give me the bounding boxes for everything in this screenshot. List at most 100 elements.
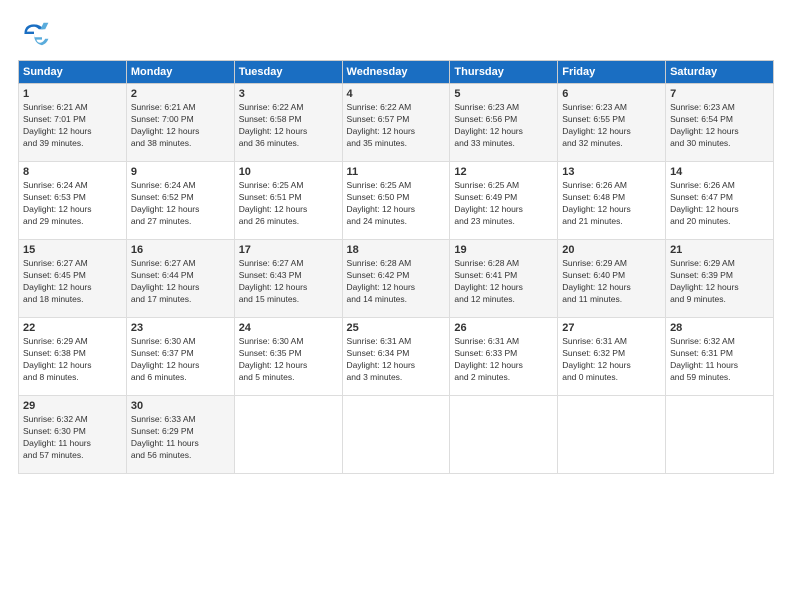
day-info-line: Daylight: 12 hours — [347, 126, 446, 138]
day-number: 28 — [670, 322, 769, 334]
day-number: 15 — [23, 244, 122, 256]
day-info-line: Sunrise: 6:32 AM — [23, 414, 122, 426]
day-info-line: Daylight: 12 hours — [454, 204, 553, 216]
empty-cell — [450, 396, 558, 474]
day-number: 24 — [239, 322, 338, 334]
day-info-line: and 29 minutes. — [23, 216, 122, 228]
day-info-line: Sunset: 6:33 PM — [454, 348, 553, 360]
day-number: 19 — [454, 244, 553, 256]
day-cell-5: 5Sunrise: 6:23 AMSunset: 6:56 PMDaylight… — [450, 84, 558, 162]
empty-cell — [342, 396, 450, 474]
day-info-line: Sunset: 6:34 PM — [347, 348, 446, 360]
day-number: 7 — [670, 88, 769, 100]
day-info-line: Daylight: 12 hours — [562, 204, 661, 216]
day-cell-9: 9Sunrise: 6:24 AMSunset: 6:52 PMDaylight… — [126, 162, 234, 240]
day-info-line: Sunset: 6:38 PM — [23, 348, 122, 360]
day-cell-30: 30Sunrise: 6:33 AMSunset: 6:29 PMDayligh… — [126, 396, 234, 474]
day-cell-13: 13Sunrise: 6:26 AMSunset: 6:48 PMDayligh… — [558, 162, 666, 240]
day-info-line: and 18 minutes. — [23, 294, 122, 306]
day-number: 22 — [23, 322, 122, 334]
day-number: 11 — [347, 166, 446, 178]
day-info-line: Sunset: 6:30 PM — [23, 426, 122, 438]
day-info-line: Sunrise: 6:27 AM — [239, 258, 338, 270]
day-cell-21: 21Sunrise: 6:29 AMSunset: 6:39 PMDayligh… — [666, 240, 774, 318]
day-number: 2 — [131, 88, 230, 100]
day-number: 13 — [562, 166, 661, 178]
day-info-line: Daylight: 12 hours — [23, 360, 122, 372]
weekday-header-monday: Monday — [126, 61, 234, 84]
day-info-line: Sunrise: 6:25 AM — [239, 180, 338, 192]
day-info-line: Sunrise: 6:31 AM — [454, 336, 553, 348]
day-number: 17 — [239, 244, 338, 256]
day-number: 29 — [23, 400, 122, 412]
day-info-line: and 14 minutes. — [347, 294, 446, 306]
day-info-line: Daylight: 12 hours — [347, 282, 446, 294]
day-number: 5 — [454, 88, 553, 100]
empty-cell — [558, 396, 666, 474]
day-cell-11: 11Sunrise: 6:25 AMSunset: 6:50 PMDayligh… — [342, 162, 450, 240]
logo — [18, 18, 54, 50]
weekday-header-sunday: Sunday — [19, 61, 127, 84]
day-info-line: Daylight: 12 hours — [131, 282, 230, 294]
weekday-header-friday: Friday — [558, 61, 666, 84]
day-info-line: and 8 minutes. — [23, 372, 122, 384]
day-info-line: Sunrise: 6:30 AM — [239, 336, 338, 348]
day-info-line: Sunrise: 6:21 AM — [131, 102, 230, 114]
day-cell-7: 7Sunrise: 6:23 AMSunset: 6:54 PMDaylight… — [666, 84, 774, 162]
day-info-line: and 38 minutes. — [131, 138, 230, 150]
day-info-line: and 59 minutes. — [670, 372, 769, 384]
day-info-line: Sunrise: 6:29 AM — [562, 258, 661, 270]
day-info-line: Sunset: 6:50 PM — [347, 192, 446, 204]
day-info-line: Daylight: 12 hours — [670, 204, 769, 216]
day-number: 16 — [131, 244, 230, 256]
day-cell-10: 10Sunrise: 6:25 AMSunset: 6:51 PMDayligh… — [234, 162, 342, 240]
day-info-line: Sunset: 7:01 PM — [23, 114, 122, 126]
day-info-line: Daylight: 12 hours — [454, 360, 553, 372]
day-info-line: and 36 minutes. — [239, 138, 338, 150]
weekday-header-row: SundayMondayTuesdayWednesdayThursdayFrid… — [19, 61, 774, 84]
day-number: 30 — [131, 400, 230, 412]
day-cell-19: 19Sunrise: 6:28 AMSunset: 6:41 PMDayligh… — [450, 240, 558, 318]
day-cell-18: 18Sunrise: 6:28 AMSunset: 6:42 PMDayligh… — [342, 240, 450, 318]
day-info-line: Sunrise: 6:26 AM — [562, 180, 661, 192]
day-info-line: Sunset: 6:58 PM — [239, 114, 338, 126]
day-cell-16: 16Sunrise: 6:27 AMSunset: 6:44 PMDayligh… — [126, 240, 234, 318]
day-info-line: Sunset: 6:35 PM — [239, 348, 338, 360]
day-info-line: Sunrise: 6:33 AM — [131, 414, 230, 426]
day-info-line: and 20 minutes. — [670, 216, 769, 228]
day-info-line: and 57 minutes. — [23, 450, 122, 462]
day-info-line: Sunrise: 6:22 AM — [347, 102, 446, 114]
day-info-line: Daylight: 12 hours — [131, 204, 230, 216]
day-info-line: Sunrise: 6:25 AM — [347, 180, 446, 192]
day-info-line: and 27 minutes. — [131, 216, 230, 228]
day-info-line: and 9 minutes. — [670, 294, 769, 306]
day-number: 27 — [562, 322, 661, 334]
week-row-1: 1 Sunrise: 6:21 AM Sunset: 7:01 PM Daylight… — [19, 84, 774, 162]
day-info-line: and 32 minutes. — [562, 138, 661, 150]
day-number: 1 — [23, 88, 122, 100]
day-info-line: and 24 minutes. — [347, 216, 446, 228]
day-info-line: Daylight: 12 hours — [23, 204, 122, 216]
day-info-line: Daylight: 12 hours — [239, 126, 338, 138]
day-info-line: Daylight: 12 hours — [670, 282, 769, 294]
day-info-line: Sunset: 6:53 PM — [23, 192, 122, 204]
day-info-line: Daylight: 12 hours — [454, 126, 553, 138]
day-cell-4: 4Sunrise: 6:22 AMSunset: 6:57 PMDaylight… — [342, 84, 450, 162]
day-info-line: Daylight: 12 hours — [239, 204, 338, 216]
day-info-line: and 12 minutes. — [454, 294, 553, 306]
day-info-line: and 39 minutes. — [23, 138, 122, 150]
day-info-line: Sunrise: 6:23 AM — [454, 102, 553, 114]
day-info-line: Sunset: 6:42 PM — [347, 270, 446, 282]
day-info-line: Sunset: 6:51 PM — [239, 192, 338, 204]
day-cell-3: 3Sunrise: 6:22 AMSunset: 6:58 PMDaylight… — [234, 84, 342, 162]
day-cell-1: 1Sunrise: 6:21 AMSunset: 7:01 PMDaylight… — [19, 84, 127, 162]
day-info-line: and 17 minutes. — [131, 294, 230, 306]
header — [18, 18, 774, 50]
day-info-line: and 3 minutes. — [347, 372, 446, 384]
empty-cell — [234, 396, 342, 474]
day-info-line: Sunset: 6:55 PM — [562, 114, 661, 126]
day-info-line: Sunset: 6:37 PM — [131, 348, 230, 360]
day-info-line: Daylight: 11 hours — [23, 438, 122, 450]
day-info-line: Daylight: 12 hours — [23, 282, 122, 294]
day-info-line: Sunset: 6:32 PM — [562, 348, 661, 360]
